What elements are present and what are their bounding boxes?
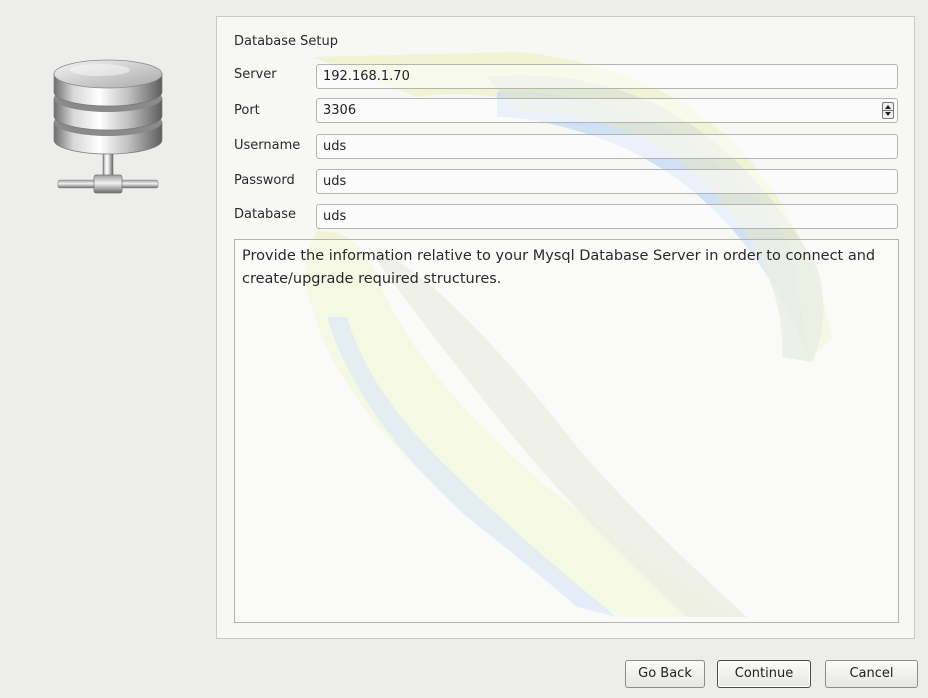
port-input[interactable]: 3306 [316,98,898,123]
password-label: Password [234,173,295,188]
server-label: Server [234,67,277,82]
continue-button[interactable]: Continue [717,660,811,688]
info-text-box: Provide the information relative to your… [234,239,899,623]
spin-down-arrow-icon[interactable] [885,112,891,116]
username-input[interactable]: uds [316,134,898,159]
spinner-divider [883,110,893,111]
spinbox-arrows-icon[interactable] [882,102,894,119]
port-spinbox[interactable]: 3306 [316,98,898,123]
spin-up-arrow-icon[interactable] [885,105,891,109]
database-server-icon [53,59,163,194]
server-input[interactable]: 192.168.1.70 [316,64,898,89]
group-title: Database Setup [234,34,338,49]
port-label: Port [234,103,260,118]
database-label: Database [234,207,297,222]
database-setup-panel: Database Setup Server 192.168.1.70 Port … [216,16,915,639]
username-label: Username [234,138,301,153]
password-input[interactable]: uds [316,169,898,194]
go-back-button[interactable]: Go Back [625,660,705,688]
database-input[interactable]: uds [316,204,898,229]
cancel-button[interactable]: Cancel [825,660,918,688]
